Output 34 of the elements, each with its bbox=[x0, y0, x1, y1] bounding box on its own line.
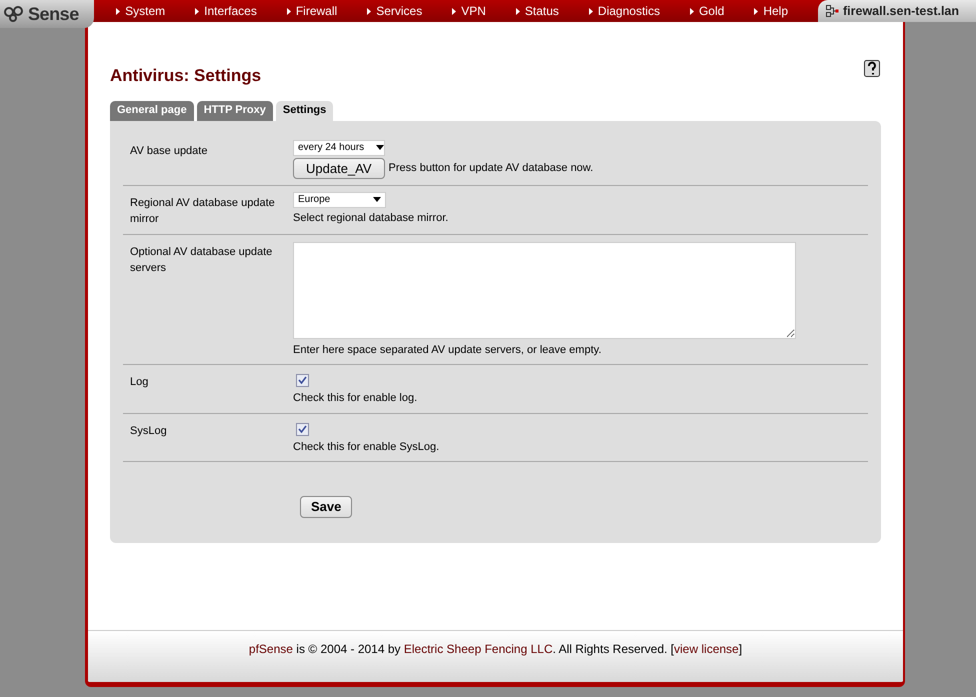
field-label: Optional AV database update servers bbox=[130, 246, 272, 274]
tab[interactable]: Settings bbox=[276, 100, 334, 120]
tab[interactable]: HTTP Proxy bbox=[196, 100, 273, 120]
field-label: AV base update bbox=[130, 144, 208, 156]
footer-text: . All Rights Reserved. [ bbox=[552, 641, 674, 658]
footer-text: is © 2004 - 2014 by bbox=[295, 641, 402, 658]
menu-item[interactable]: VPN bbox=[452, 0, 486, 22]
help-text: Press button for update AV database now. bbox=[388, 160, 594, 176]
update-button[interactable]: Update_AV bbox=[293, 158, 385, 178]
footer-link[interactable]: view license bbox=[674, 640, 739, 682]
tab[interactable]: General page bbox=[110, 100, 194, 120]
help-text: Select regional database mirror. bbox=[293, 210, 448, 226]
field-label: Regional AV database update mirror bbox=[130, 196, 275, 225]
dropdown[interactable]: every 24 hours bbox=[293, 140, 385, 156]
menu-item[interactable]: Services bbox=[367, 0, 422, 22]
menu-item[interactable]: Gold bbox=[690, 0, 724, 22]
help-text: Check this for enable log. bbox=[293, 391, 418, 406]
logo[interactable]: Sense bbox=[0, 0, 94, 28]
menu-item[interactable]: Diagnostics bbox=[588, 0, 660, 22]
dropdown[interactable]: Europe bbox=[293, 192, 386, 208]
menu-item[interactable]: Interfaces bbox=[195, 0, 257, 22]
footer-link[interactable]: Electric Sheep Fencing LLC bbox=[404, 640, 553, 682]
menu-item[interactable]: Status bbox=[516, 0, 559, 22]
field-label: SysLog bbox=[130, 424, 167, 436]
footer-text: ] bbox=[738, 641, 742, 658]
help-text: Enter here space separated AV update servers, or leave empty. bbox=[293, 342, 602, 358]
menu-item[interactable]: System bbox=[116, 0, 166, 22]
page-title: Antivirus: Settings bbox=[110, 65, 262, 87]
menu-item[interactable]: Firewall bbox=[286, 0, 338, 22]
save-button[interactable]: Save bbox=[300, 496, 352, 518]
menu-item[interactable]: Help bbox=[754, 0, 788, 22]
field-label: Log bbox=[130, 376, 148, 388]
footer-link[interactable]: pfSense bbox=[248, 640, 293, 682]
help-text: Check this for enable SysLog. bbox=[293, 440, 440, 454]
